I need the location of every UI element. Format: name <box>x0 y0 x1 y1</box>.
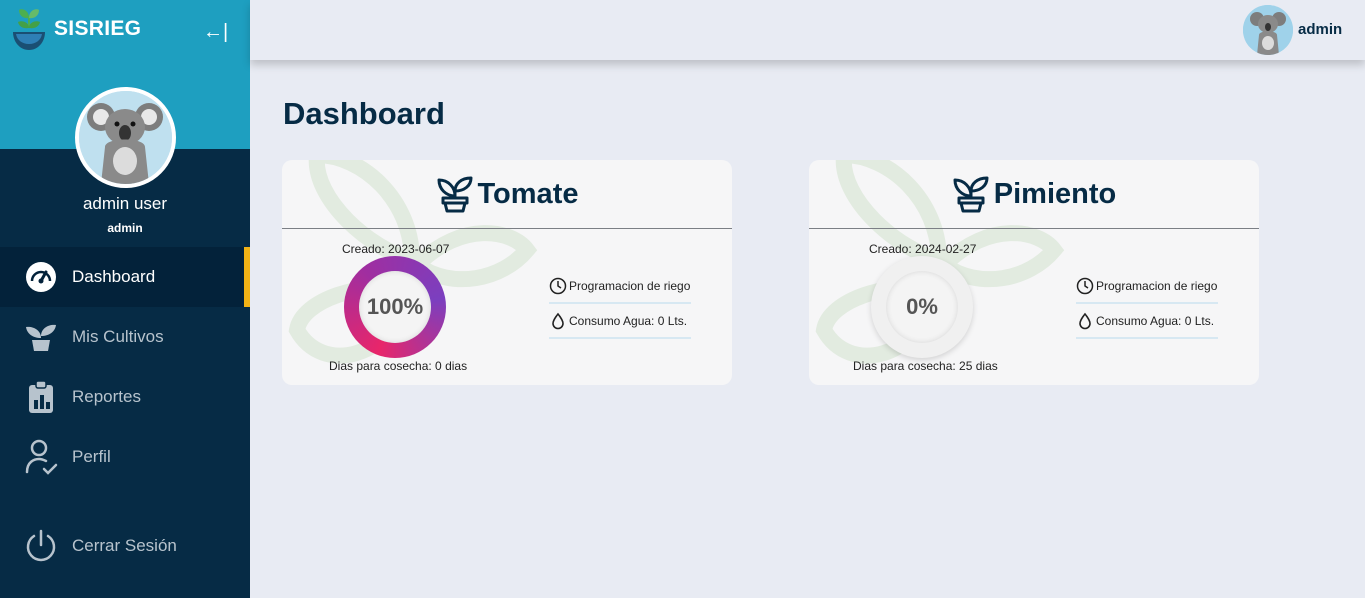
topbar: admin <box>250 0 1365 60</box>
logout-label: Cerrar Sesión <box>72 536 177 555</box>
user-check-icon <box>24 439 58 475</box>
water-label: Consumo Agua: 0 Lts. <box>569 313 688 328</box>
app-name: SISRIEG <box>54 17 142 40</box>
created-date: Creado: 2024-02-27 <box>869 242 977 256</box>
card-header: Pimiento <box>809 160 1259 229</box>
sidebar-item-label: Perfil <box>72 447 111 466</box>
water-label: Consumo Agua: 0 Lts. <box>1096 313 1215 328</box>
sidebar-item-label: Dashboard <box>72 267 156 286</box>
progress-gauge: 0% <box>871 256 973 358</box>
water-drop-icon <box>1079 312 1091 329</box>
sidebar-item-perfil[interactable]: Perfil <box>0 427 250 487</box>
logout-button[interactable]: Cerrar Sesión <box>0 516 250 576</box>
irrigation-schedule-link[interactable]: Programacion de riego <box>1076 269 1218 304</box>
progress-gauge: 100% <box>344 256 446 358</box>
schedule-label: Programacion de riego <box>1096 278 1218 293</box>
sidebar-item-dashboard[interactable]: Dashboard <box>0 247 250 307</box>
crop-name: Pimiento <box>993 177 1117 210</box>
sidebar-item-label: Reportes <box>72 387 141 406</box>
power-icon <box>24 529 58 563</box>
progress-value: 0% <box>906 294 938 319</box>
plant-logo-icon <box>13 9 45 50</box>
profile-name: admin user <box>82 194 168 213</box>
user-avatar[interactable] <box>1243 5 1293 55</box>
crop-name: Tomate <box>477 177 579 210</box>
top-user-name[interactable]: admin <box>1298 21 1342 38</box>
days-to-harvest: Dias para cosecha: 25 dias <box>853 359 998 373</box>
created-date: Creado: 2023-06-07 <box>342 242 450 256</box>
sprout-icon <box>24 320 58 354</box>
crop-card-tomate[interactable]: Tomate Creado: 2023-06-07 100% Dias para… <box>282 160 732 385</box>
profile-role: admin <box>107 221 143 235</box>
clock-icon <box>549 277 567 294</box>
plant-pot-icon <box>953 176 989 213</box>
gauge-icon <box>24 260 58 294</box>
progress-value: 100% <box>366 294 424 319</box>
profile-avatar <box>75 87 176 188</box>
sidebar-item-mis-cultivos[interactable]: Mis Cultivos <box>0 307 250 367</box>
koala-avatar-icon <box>79 91 172 184</box>
collapse-sidebar-button[interactable]: ←| <box>203 18 233 46</box>
gauge-inner: 100% <box>359 271 431 343</box>
sidebar-item-reportes[interactable]: Reportes <box>0 367 250 427</box>
schedule-label: Programacion de riego <box>569 278 691 293</box>
gauge-inner: 0% <box>886 271 958 343</box>
koala-avatar-icon <box>1243 5 1293 55</box>
card-header: Tomate <box>282 160 732 229</box>
clipboard-chart-icon <box>24 380 58 414</box>
plant-pot-icon <box>437 176 472 213</box>
water-consumption: Consumo Agua: 0 Lts. <box>549 304 691 339</box>
clock-icon <box>1076 277 1094 294</box>
sidebar-item-label: Mis Cultivos <box>72 327 164 346</box>
irrigation-schedule-link[interactable]: Programacion de riego <box>549 269 691 304</box>
crop-card-pimiento[interactable]: Pimiento Creado: 2024-02-27 0% Dias para… <box>809 160 1259 385</box>
page-title: Dashboard <box>283 96 445 131</box>
water-consumption: Consumo Agua: 0 Lts. <box>1076 304 1218 339</box>
sidebar: SISRIEG ←| admin user admin Dashboard Mi… <box>0 0 250 598</box>
days-to-harvest: Dias para cosecha: 0 dias <box>329 359 468 373</box>
brand[interactable]: SISRIEG <box>10 6 141 52</box>
water-drop-icon <box>552 312 564 329</box>
